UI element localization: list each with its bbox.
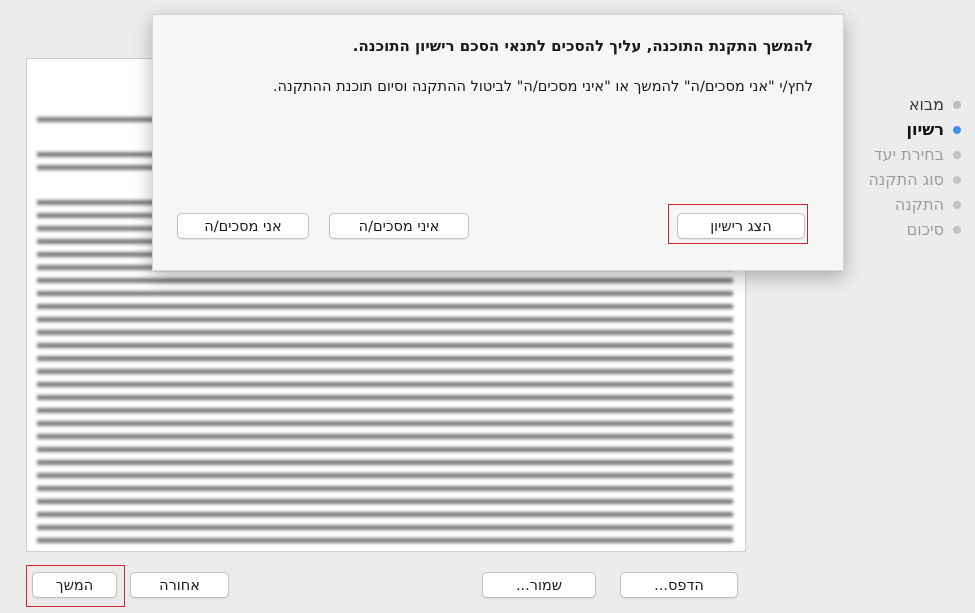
print-button[interactable]: הדפס... (620, 572, 738, 598)
step-label: סיכום (906, 220, 944, 239)
step-bullet-icon (953, 100, 961, 109)
step-bullet-icon (953, 225, 961, 234)
save-button[interactable]: שמור... (482, 572, 596, 598)
agree-button[interactable]: אני מסכים/ה (177, 213, 309, 239)
show-license-highlight (668, 204, 808, 244)
step-label: סוג התקנה (868, 170, 944, 189)
dialog-title: להמשך התקנת התוכנה, עליך להסכים לתנאי הס… (352, 37, 813, 55)
step-bullet-icon (953, 150, 961, 159)
step-label: בחירת יעד (873, 145, 944, 164)
step-bullet-icon (953, 125, 961, 134)
step-label: רשיון (906, 120, 944, 139)
continue-highlight (26, 565, 125, 607)
disagree-button[interactable]: איני מסכים/ה (329, 213, 469, 239)
step-bullet-icon (953, 175, 961, 184)
step-label: התקנה (894, 195, 944, 214)
license-agreement-dialog: להמשך התקנת התוכנה, עליך להסכים לתנאי הס… (152, 14, 844, 271)
dialog-message: לחץ/י "אני מסכים/ה" להמשך או "איני מסכים… (272, 79, 813, 95)
back-button[interactable]: אחורה (130, 572, 229, 598)
step-label: מבוא (908, 95, 944, 114)
step-bullet-icon (953, 200, 961, 209)
